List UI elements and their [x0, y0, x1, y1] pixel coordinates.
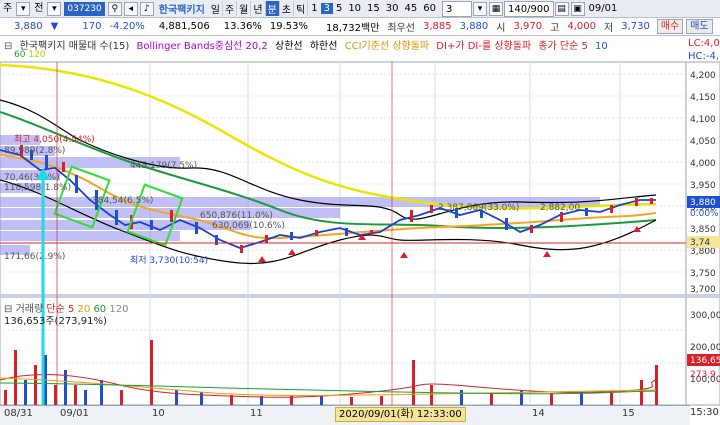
- left-annotation-3: 118,598(1.8%): [4, 183, 71, 193]
- tab-week[interactable]: 주: [223, 1, 238, 16]
- top-toolbar: 주 ▾ 전 ▾ 037230 ⚲ ◂ ♪ 한국팩키지 일 주 월 년 분 초 틱…: [0, 0, 720, 18]
- price-tick: 4,050: [690, 137, 716, 147]
- tab-month[interactable]: 월: [237, 1, 252, 16]
- x-tick: 14: [532, 408, 545, 419]
- x-tick-end: 15:30: [690, 407, 719, 418]
- tab-second[interactable]: 초: [280, 1, 294, 16]
- best-bid: 3,880: [459, 21, 489, 32]
- range-display: 140/900: [503, 0, 554, 17]
- date-field[interactable]: 09/01: [586, 1, 621, 17]
- vp-label-2: 384,54(6.5%): [92, 196, 153, 206]
- volume-tick: 300,000: [690, 311, 720, 321]
- interval-3[interactable]: 3: [320, 3, 333, 14]
- current-vol-pct: 273,9: [690, 370, 716, 380]
- price-tick: 3,950: [690, 181, 716, 191]
- volume-value: 4,881,506: [158, 21, 210, 32]
- down-arrow-icon: ▼: [50, 21, 59, 32]
- current-vol-axis: 136,65: [690, 356, 720, 366]
- x-tick: 08/31: [4, 408, 33, 419]
- interval-30[interactable]: 30: [383, 3, 402, 14]
- open-label: 시: [496, 23, 506, 34]
- interval-10[interactable]: 10: [345, 3, 364, 14]
- market-all-button[interactable]: 전: [31, 1, 46, 17]
- price-tick: 3,850: [690, 225, 716, 235]
- price-change-pct: -4.20%: [109, 21, 145, 32]
- calendar-icon[interactable]: ▣: [570, 1, 585, 16]
- vp-label-7: 2,882,00: [540, 203, 580, 213]
- price-tick: 4,200: [690, 71, 716, 81]
- price-tick: 3,800: [690, 247, 716, 257]
- time-axis[interactable]: 08/31 09/01 10 11 2020/09/01(화) 12:33:00…: [0, 405, 690, 425]
- current-price-axis: 3,880: [690, 198, 716, 208]
- x-tick: 11: [250, 408, 263, 419]
- stock-code-input[interactable]: 037230: [64, 1, 105, 16]
- left-annotation-2: 70,46(3.5%): [4, 173, 60, 183]
- dropdown-icon[interactable]: ▾: [16, 1, 31, 16]
- high-price: 4,000: [567, 21, 596, 32]
- quote-bar: 3,880 ▼ 170 -4.20% 4,881,506 13.36% 19.5…: [0, 18, 720, 36]
- price-axis: 4,200 4,150 4,100 4,050 4,000 3,950 3,90…: [685, 61, 720, 296]
- prev-icon[interactable]: ◂: [123, 1, 138, 16]
- chart-settings-icon[interactable]: ▤: [554, 1, 569, 16]
- ratio-2: 19.53%: [269, 21, 309, 32]
- grid-icon[interactable]: ▦: [488, 1, 503, 16]
- interval-45[interactable]: 45: [402, 3, 421, 14]
- open-price: 3,970: [513, 21, 543, 32]
- tab-minute[interactable]: 분: [265, 1, 280, 16]
- price-tick: 3,700: [690, 285, 716, 295]
- vp-label-6: 2,387,869(33.0%): [438, 203, 519, 213]
- stock-name: 한국팩키지: [158, 5, 205, 16]
- interval-1[interactable]: 1: [308, 3, 320, 14]
- tab-day[interactable]: 일: [209, 1, 223, 16]
- vp-label-3: 650,876(11.0%): [200, 211, 273, 221]
- dropdown-icon[interactable]: ▾: [47, 1, 62, 16]
- price-tick: 4,150: [690, 93, 716, 103]
- ratio-1: 13.36%: [223, 21, 262, 32]
- low-annotation: 최저 3,730(10:54): [130, 255, 208, 266]
- interval-count[interactable]: 3: [441, 0, 472, 17]
- sell-button[interactable]: 매도: [686, 19, 713, 34]
- high-label: 고: [550, 23, 560, 34]
- vol-ma120-label[interactable]: 120: [109, 304, 128, 315]
- volume-tick: 200,000: [690, 343, 720, 353]
- price-tick: 3,750: [690, 269, 716, 279]
- current-price: 3,880: [14, 21, 43, 32]
- x-tick: 09/01: [60, 408, 89, 419]
- tab-tick[interactable]: 틱: [294, 1, 309, 16]
- buy-button[interactable]: 매수: [656, 19, 684, 34]
- vp-label-5: 171,66(2.9%): [4, 252, 65, 262]
- interval-15[interactable]: 15: [364, 3, 383, 14]
- best-ask: 3,885: [423, 21, 452, 32]
- price-chart[interactable]: 4,200 4,150 4,100 4,050 4,000 3,950 3,90…: [0, 50, 720, 425]
- tab-year[interactable]: 년: [251, 1, 266, 16]
- current-price-pct: 0.00%: [690, 209, 719, 219]
- vp-label-1: 445,179(7.5%): [130, 161, 197, 171]
- ref-price-axis: 3,74: [690, 238, 710, 248]
- volume-max-info: 136,653주(273,91%): [4, 316, 107, 327]
- crosshair-time: 2020/09/01(화) 12:33:00: [335, 407, 466, 422]
- menu-button[interactable]: 주: [0, 1, 15, 17]
- indicator-legend: ⊟ 한국팩키지 매물대 수(15) Bollinger Bands중심선 20,…: [0, 37, 720, 51]
- trade-amount: 18,732백만: [326, 23, 380, 34]
- x-tick: 15: [622, 408, 635, 419]
- vp-label-4: 630,069(10.6%): [212, 221, 285, 231]
- search-icon[interactable]: ⚲: [107, 1, 122, 16]
- interval-5[interactable]: 5: [333, 3, 345, 14]
- price-change: 170: [82, 21, 102, 32]
- low-label: 저: [603, 23, 614, 34]
- high-annotation: 최고 4,050(4.54%): [14, 134, 95, 145]
- x-tick: 10: [152, 408, 165, 419]
- low-price: 3,730: [621, 21, 650, 32]
- sound-icon[interactable]: ♪: [139, 1, 154, 16]
- price-tick: 4,100: [690, 115, 716, 125]
- left-annotation-1: 89,989(2.8%): [4, 146, 65, 156]
- price-tick: 4,000: [690, 159, 716, 169]
- dropdown-icon[interactable]: ▾: [472, 1, 487, 16]
- volume-axis: 300,000 200,000 100,000: [685, 296, 720, 406]
- interval-60[interactable]: 60: [420, 3, 439, 14]
- best-ask-label: 최우선: [387, 23, 416, 34]
- legend-right-top: LC:4,0: [688, 38, 720, 49]
